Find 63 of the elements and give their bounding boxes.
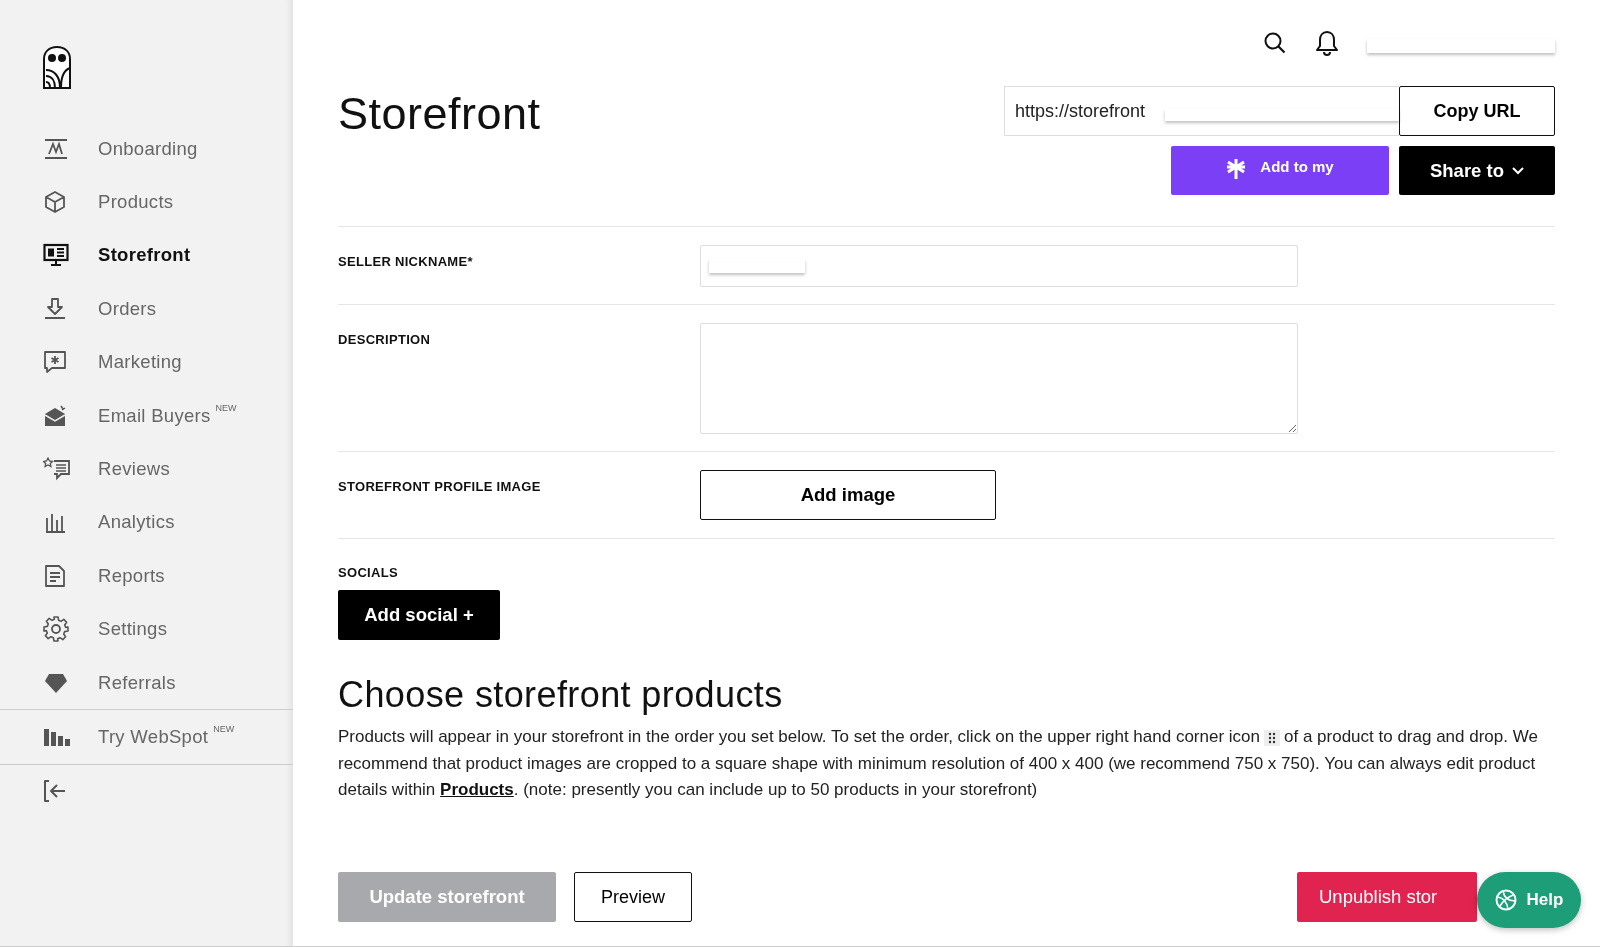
new-label: NEW — [213, 724, 235, 735]
envelope-icon — [43, 404, 67, 427]
search-icon[interactable] — [1263, 31, 1287, 55]
sidebar-item[interactable]: Storefront — [0, 228, 293, 283]
nickname-field[interactable] — [700, 245, 1298, 287]
bell-icon[interactable] — [1315, 30, 1339, 56]
settings-icon — [43, 616, 69, 643]
unpublish-button[interactable]: Unpublish stor — [1297, 872, 1477, 922]
sidebar-item[interactable]: Referrals — [0, 655, 293, 710]
add-social-button[interactable]: Add social + — [338, 590, 500, 640]
help-button[interactable]: Help — [1477, 872, 1581, 928]
sidebar-item[interactable]: Products — [0, 175, 293, 229]
description-field[interactable] — [700, 323, 1298, 434]
document-icon — [43, 563, 67, 588]
globe-icon — [1494, 889, 1517, 911]
owl-logo — [43, 46, 71, 90]
preview-button[interactable]: Preview — [574, 872, 692, 922]
sidebar-item[interactable]: Reports — [0, 549, 293, 603]
products-description: Products will appear in your storefront in the order you set below. To set the order, click on the upper right hand corner icon of a product to drag and drop. We recommend that product images are cropped to a square shape with minimum resolution of 400 x 400 (we recommend 750 x 750). You can always edit product details within Products. (note: presently you can include up to 50 products in your storefront) — [338, 726, 1539, 802]
linktree-button[interactable]: Add to my — [1171, 146, 1389, 195]
sidebar-item-label: Marketing — [98, 351, 182, 374]
field-label: SELLER NICKNAME* — [338, 253, 474, 271]
logout-icon[interactable] — [43, 779, 67, 804]
sidebar-item-label: Settings — [98, 618, 168, 641]
download-icon — [43, 296, 67, 321]
sidebar-item[interactable]: Settings — [0, 602, 293, 656]
sidebar-item[interactable]: Email Buyers NEW — [0, 388, 293, 443]
url-field[interactable]: https://storefront — [1004, 86, 1399, 136]
sidebar-item[interactable]: Orders — [0, 282, 293, 336]
sidebar-item-label: Storefront — [98, 244, 191, 267]
chevron-down-icon — [1512, 166, 1524, 175]
new-label: NEW — [215, 402, 237, 413]
copy-url-button[interactable]: Copy URL — [1399, 86, 1555, 136]
sidebar-item-label: Try WebSpot — [98, 726, 209, 749]
sidebar-item[interactable]: Analytics — [0, 495, 293, 550]
sidebar-item[interactable]: Onboarding — [0, 122, 293, 176]
chart-icon — [43, 137, 69, 160]
linktree-logo — [1226, 158, 1247, 180]
monitor-icon — [43, 243, 69, 268]
sidebar-item-label: Analytics — [98, 511, 175, 534]
sidebar-item-label: Reports — [98, 564, 165, 587]
field-label: SOCIALS — [338, 565, 399, 580]
share-button[interactable]: Share to — [1399, 146, 1555, 195]
field-label: STOREFRONT PROFILE IMAGE — [338, 478, 542, 496]
box-icon — [43, 190, 67, 215]
sidebar-item-label: Orders — [98, 297, 157, 320]
speech-bubble-icon — [43, 350, 67, 375]
drag-handle-icon — [1268, 731, 1276, 744]
sidebar-item-label: Email Buyers — [98, 404, 211, 427]
sidebar-item-label: Referrals — [98, 671, 176, 694]
sidebar-item-label: Onboarding — [98, 137, 198, 160]
buildings-icon — [43, 728, 71, 747]
section-heading: Choose storefront products — [338, 674, 784, 716]
sidebar-item[interactable]: Marketing — [0, 335, 293, 389]
sidebar-item[interactable]: Reviews — [0, 442, 293, 496]
add-image-button[interactable]: Add image — [700, 470, 996, 520]
products-link[interactable]: Products — [440, 780, 514, 800]
sidebar-item[interactable]: Try WebSpot NEW — [0, 710, 293, 765]
field-label: DESCRIPTION — [338, 331, 432, 349]
sidebar-item-label: Reviews — [98, 458, 170, 481]
reviews-icon — [43, 457, 71, 482]
sidebar-item-label: Products — [98, 191, 174, 214]
page-title: Storefront — [338, 87, 541, 141]
